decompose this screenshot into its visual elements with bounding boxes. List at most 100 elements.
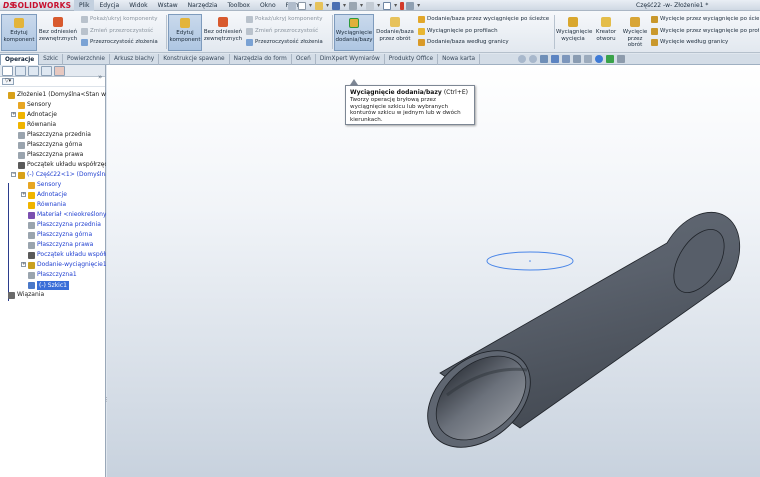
feature-manager-tab-icon[interactable] — [2, 66, 13, 76]
tree-row[interactable]: Płaszczyzna przednia — [0, 130, 106, 140]
no-external-references-button-2[interactable]: Bez odniesień zewnętrznych — [203, 14, 243, 51]
change-transparency-button-2[interactable]: Zmień przezroczystość — [246, 26, 330, 38]
menu-edit[interactable]: Edycja — [94, 0, 124, 11]
new-document-icon[interactable] — [298, 1, 306, 10]
tree-row[interactable]: Początek układu współr — [0, 250, 106, 260]
expand-flyout-icon[interactable]: » — [98, 73, 102, 81]
zoom-to-fit-icon[interactable] — [518, 55, 526, 63]
dimxpert-manager-tab-icon[interactable] — [41, 66, 52, 76]
tree-row[interactable]: Początek układu współrzęd — [0, 160, 106, 170]
show-hide-components-button[interactable]: Pokaż/ukryj komponenty — [81, 14, 165, 26]
tab-evaluate[interactable]: Oceń — [292, 54, 316, 65]
tree-row[interactable]: − (-) Część22<1> (Domyślna- — [0, 170, 106, 180]
revolve-boss-button[interactable]: Dodanie/baza przez obrót — [375, 14, 415, 51]
filter-icon[interactable]: ▽▾ — [2, 78, 14, 85]
tree-row[interactable]: Wiązania — [0, 290, 106, 300]
tree-row[interactable]: Równania — [0, 120, 106, 130]
dropdown-arrow-icon[interactable]: ▾ — [393, 2, 398, 9]
sweep-cut-button[interactable]: Wycięcie przez wyciągnięcie po ścieżce — [651, 14, 759, 26]
pin-icon[interactable] — [288, 1, 296, 10]
tree-row[interactable]: + Adnotacje — [0, 110, 106, 120]
tree-row[interactable]: Płaszczyzna prawa — [0, 150, 106, 160]
revolve-cut-button[interactable]: Wycięcie przez obrót — [621, 14, 649, 51]
tube-model[interactable] — [409, 211, 741, 467]
dropdown-arrow-icon[interactable]: ▾ — [308, 2, 313, 9]
tree-row[interactable]: Złożenie1 (Domyślna<Stan wy — [0, 90, 106, 100]
boundary-cut-button[interactable]: Wycięcie według granicy — [651, 37, 759, 49]
section-view-icon[interactable] — [551, 55, 559, 63]
edit-component-button-2[interactable]: Edytuj komponent — [168, 14, 202, 51]
tab-weldments[interactable]: Konstrukcje spawane — [159, 54, 230, 65]
tab-sheet-metal[interactable]: Arkusz blachy — [110, 54, 160, 65]
sweep-boss-button[interactable]: Dodanie/baza przez wyciągnięcie po ścież… — [418, 14, 552, 26]
tree-row[interactable]: Sensory — [0, 100, 106, 110]
menu-file[interactable]: Plik — [74, 0, 95, 11]
options-icon[interactable] — [406, 1, 415, 10]
previous-view-icon[interactable] — [540, 55, 548, 63]
tree-row[interactable]: Sensory — [0, 180, 106, 190]
tree-row[interactable]: Równania — [0, 200, 106, 210]
dropdown-arrow-icon[interactable]: ▾ — [416, 2, 421, 9]
loft-boss-button[interactable]: Wyciągnięcie po profilach — [418, 26, 552, 38]
tree-row[interactable]: + Adnotacje — [0, 190, 106, 200]
tab-surfaces[interactable]: Powierzchnie — [63, 54, 110, 65]
dropdown-arrow-icon[interactable]: ▾ — [325, 2, 330, 9]
open-folder-icon[interactable] — [315, 1, 324, 10]
property-manager-tab-icon[interactable] — [15, 66, 26, 76]
select-pointer-icon[interactable] — [383, 1, 392, 10]
apply-scene-icon[interactable] — [606, 55, 614, 63]
rebuild-icon[interactable] — [400, 1, 405, 10]
menu-tools[interactable]: Narzędzia — [183, 0, 223, 11]
tab-dimxpert[interactable]: DimXpert Wymiarów — [316, 54, 385, 65]
tab-new[interactable]: Nowa karta — [438, 54, 481, 65]
assembly-transparency-button[interactable]: Przezroczystość złożenia — [81, 37, 165, 49]
tree-row[interactable]: Materiał <nieokreślony> — [0, 210, 106, 220]
assembly-transparency-button-2[interactable]: Przezroczystość złożenia — [246, 37, 330, 49]
print-icon[interactable] — [349, 1, 358, 10]
solidworks-logo[interactable]: DSSOLIDWORKS — [3, 0, 71, 11]
boundary-boss-button[interactable]: Dodanie/baza według granicy — [418, 37, 552, 49]
dropdown-arrow-icon[interactable]: ▾ — [359, 2, 364, 9]
dropdown-arrow-icon[interactable]: ▾ — [342, 2, 347, 9]
tab-sketch[interactable]: Szkic — [39, 54, 64, 65]
zoom-area-icon[interactable] — [529, 55, 537, 63]
configuration-manager-tab-icon[interactable] — [28, 66, 39, 76]
display-manager-tab-icon[interactable] — [54, 66, 65, 76]
graphics-area[interactable] — [107, 65, 760, 477]
tree-row[interactable]: Płaszczyzna prawa — [0, 240, 106, 250]
tree-row[interactable]: Płaszczyzna górna — [0, 140, 106, 150]
menu-toolbox[interactable]: Toolbox — [222, 0, 255, 11]
tree-row-label: Sensory — [27, 101, 52, 108]
collapse-toggle-icon[interactable]: − — [11, 172, 16, 177]
extrude-cut-button[interactable]: Wyciągnięcie wycięcia — [556, 14, 592, 51]
loft-cut-button[interactable]: Wycięcie przez wyciągnięcie po profi — [651, 26, 759, 38]
tab-office-products[interactable]: Produkty Office — [385, 54, 439, 65]
show-hide-components-button-2[interactable]: Pokaż/ukryj komponenty — [246, 14, 330, 26]
display-style-icon[interactable] — [573, 55, 581, 63]
view-orientation-icon[interactable] — [562, 55, 570, 63]
hole-wizard-button[interactable]: Kreator otworu — [592, 14, 620, 51]
tree-row[interactable]: + Dodanie-wyciągnięcie1 — [0, 260, 106, 270]
no-external-references-button[interactable]: Bez odniesień zewnętrznych — [38, 14, 78, 51]
change-transparency-button[interactable]: Zmień przezroczystość — [81, 26, 165, 38]
edit-component-button[interactable]: Edytuj komponent — [1, 14, 37, 51]
extrude-boss-button[interactable]: Wyciągnięcie dodania/bazy — [334, 14, 374, 51]
tree-row[interactable]: Płaszczyzna1 — [0, 270, 106, 280]
expand-toggle-icon[interactable]: + — [11, 112, 16, 117]
dropdown-arrow-icon[interactable]: ▾ — [376, 2, 381, 9]
view-settings-icon[interactable] — [617, 55, 625, 63]
save-icon[interactable] — [332, 1, 341, 10]
menu-view[interactable]: Widok — [124, 0, 152, 11]
undo-icon[interactable] — [366, 1, 375, 10]
tree-row[interactable]: Płaszczyzna górna — [0, 230, 106, 240]
tab-features[interactable]: Operacje — [0, 54, 40, 65]
expand-toggle-icon[interactable]: + — [21, 192, 26, 197]
tab-mold-tools[interactable]: Narzędzia do form — [230, 54, 292, 65]
menu-insert[interactable]: Wstaw — [153, 0, 183, 11]
expand-toggle-icon[interactable]: + — [21, 262, 26, 267]
menu-window[interactable]: Okno — [255, 0, 281, 11]
tree-row[interactable]: (-) Szkic1 — [0, 280, 106, 290]
tree-row[interactable]: Płaszczyzna przednia — [0, 220, 106, 230]
hide-show-items-icon[interactable] — [584, 55, 592, 63]
edit-appearance-icon[interactable] — [595, 55, 603, 63]
